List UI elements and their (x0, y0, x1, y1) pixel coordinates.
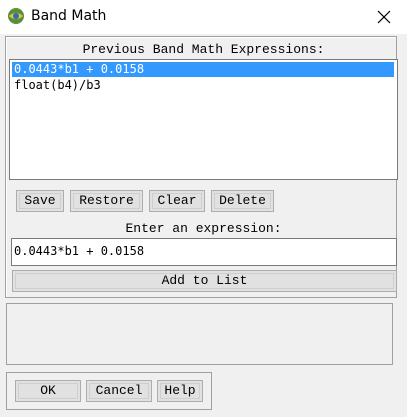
add-to-list-button[interactable]: Add to List (12, 270, 397, 292)
expression-input[interactable]: 0.0443*b1 + 0.0158 (11, 238, 397, 266)
delete-button[interactable]: Delete (211, 190, 274, 212)
clear-button[interactable]: Clear (149, 190, 205, 212)
list-item[interactable]: 0.0443*b1 + 0.0158 (12, 62, 394, 77)
enter-expression-label: Enter an expression: (125, 221, 282, 236)
previous-expressions-list[interactable]: 0.0443*b1 + 0.0158 float(b4)/b3 (9, 59, 398, 180)
help-button[interactable]: Help (157, 380, 203, 402)
list-item[interactable]: float(b4)/b3 (12, 78, 394, 93)
status-panel (6, 303, 393, 365)
ok-button[interactable]: OK (15, 380, 81, 402)
title-bar: Band Math (0, 0, 407, 34)
save-button[interactable]: Save (16, 190, 64, 212)
close-icon (377, 10, 391, 24)
close-button[interactable] (361, 0, 407, 34)
window-title: Band Math (31, 8, 107, 24)
restore-button[interactable]: Restore (70, 190, 143, 212)
envi-globe-icon (7, 7, 25, 25)
cancel-button[interactable]: Cancel (86, 380, 152, 402)
previous-expressions-label: Previous Band Math Expressions: (82, 42, 325, 57)
